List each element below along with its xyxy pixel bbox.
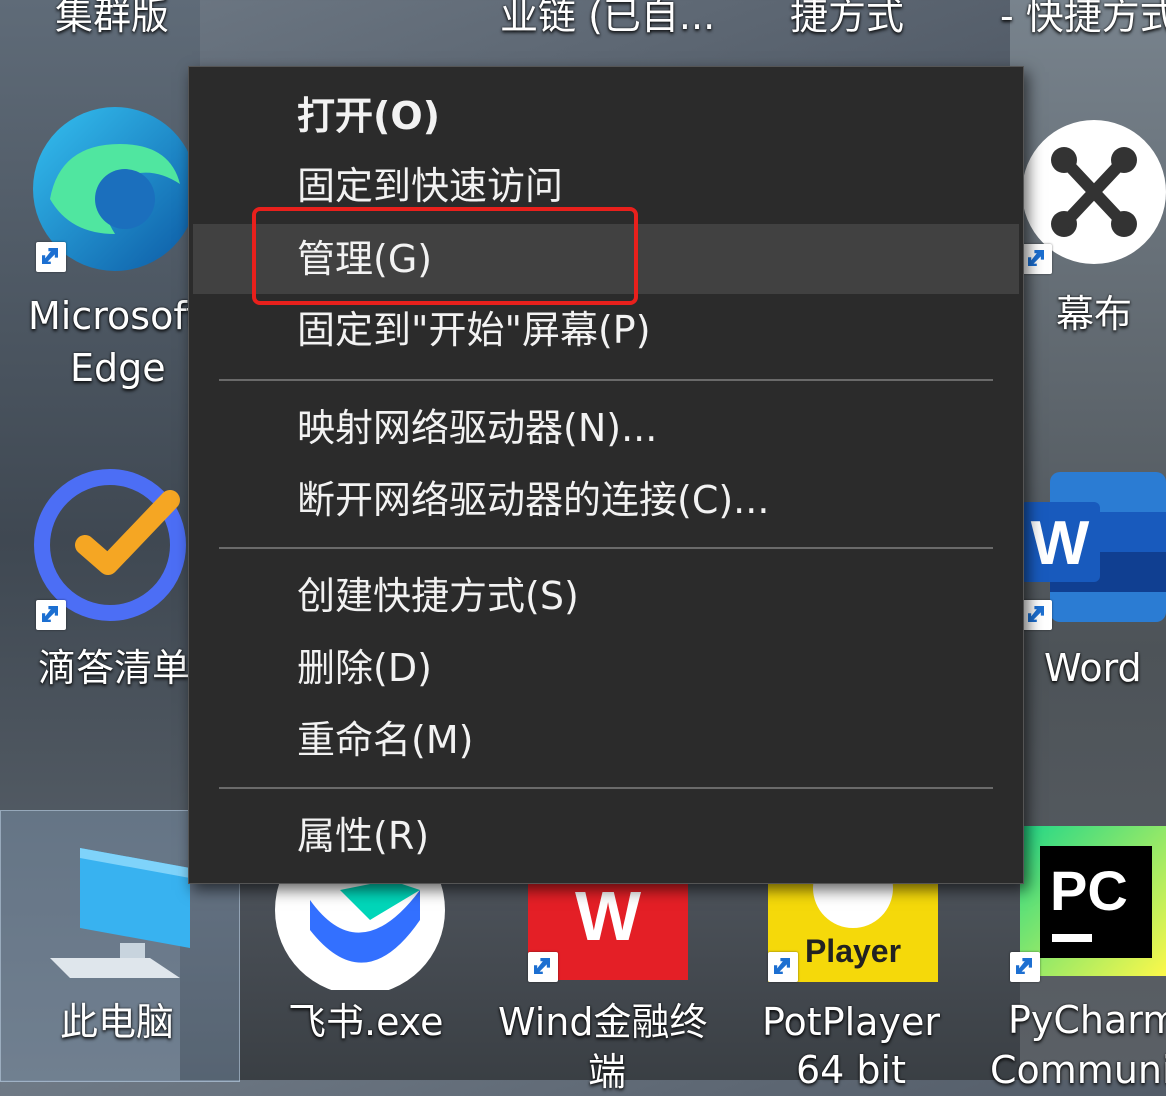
shortcut-arrow-icon: [1010, 952, 1040, 982]
desktop-label-ticktick: 滴答清单: [38, 646, 191, 690]
menu-item-map-network-drive[interactable]: 映射网络驱动器(N)...: [193, 393, 1019, 463]
menu-item-create-shortcut[interactable]: 创建快捷方式(S): [193, 561, 1019, 631]
shortcut-arrow-icon: [528, 952, 558, 982]
desktop-label-wind-2: 端: [588, 1050, 627, 1094]
desktop-label-top-4: - 快捷方式: [1000, 0, 1166, 38]
desktop-label-pycharm-1: PyCharm: [1008, 998, 1166, 1042]
desktop-label-potplayer-2: 64 bit: [796, 1048, 907, 1092]
menu-separator: [219, 379, 993, 381]
desktop-label-edge-1: Microsoft: [28, 294, 201, 338]
desktop-label-wind-1: Wind金融终: [498, 1000, 708, 1044]
menu-item-properties[interactable]: 属性(R): [193, 801, 1019, 871]
shortcut-arrow-icon: [1022, 600, 1052, 630]
context-menu: 打开(O) 固定到快速访问 管理(G) 固定到"开始"屏幕(P) 映射网络驱动器…: [188, 66, 1024, 884]
wind-icon-text: W: [575, 877, 641, 955]
desktop-label-word: Word: [1044, 646, 1142, 690]
menu-item-pin-start[interactable]: 固定到"开始"屏幕(P): [193, 295, 1019, 365]
desktop-label-edge-2: Edge: [70, 346, 166, 390]
desktop-label-top-3: 捷方式: [790, 0, 905, 38]
menu-item-delete[interactable]: 删除(D): [193, 633, 1019, 703]
potplayer-icon-text: Player: [805, 933, 901, 969]
desktop-label-feishu: 飞书.exe: [288, 1000, 444, 1044]
shortcut-arrow-icon: [36, 600, 66, 630]
menu-separator: [219, 547, 993, 549]
this-pc-icon: [50, 848, 190, 978]
highlight-annotation-box: [252, 207, 638, 305]
menu-item-disconnect-network-drive[interactable]: 断开网络驱动器的连接(C)...: [193, 465, 1019, 535]
menu-item-open[interactable]: 打开(O): [193, 81, 1019, 151]
shortcut-arrow-icon: [36, 242, 66, 272]
desktop-label-top-2: 业链 (已自...: [500, 0, 716, 38]
desktop-label-top-1: 集群版: [55, 0, 170, 38]
desktop-label-mubu: 幕布: [1056, 292, 1133, 336]
desktop-label-pycharm-2: Communi: [990, 1048, 1166, 1092]
pycharm-icon-text: PC: [1050, 859, 1128, 922]
menu-item-rename[interactable]: 重命名(M): [193, 705, 1019, 775]
desktop-label-potplayer-1: PotPlayer: [762, 1000, 940, 1044]
shortcut-arrow-icon: [1022, 244, 1052, 274]
shortcut-arrow-icon: [768, 952, 798, 982]
svg-text:W: W: [1031, 509, 1090, 578]
pycharm-icon: PC: [1020, 826, 1166, 976]
menu-separator: [219, 787, 993, 789]
desktop-label-this-pc: 此电脑: [60, 1000, 175, 1044]
